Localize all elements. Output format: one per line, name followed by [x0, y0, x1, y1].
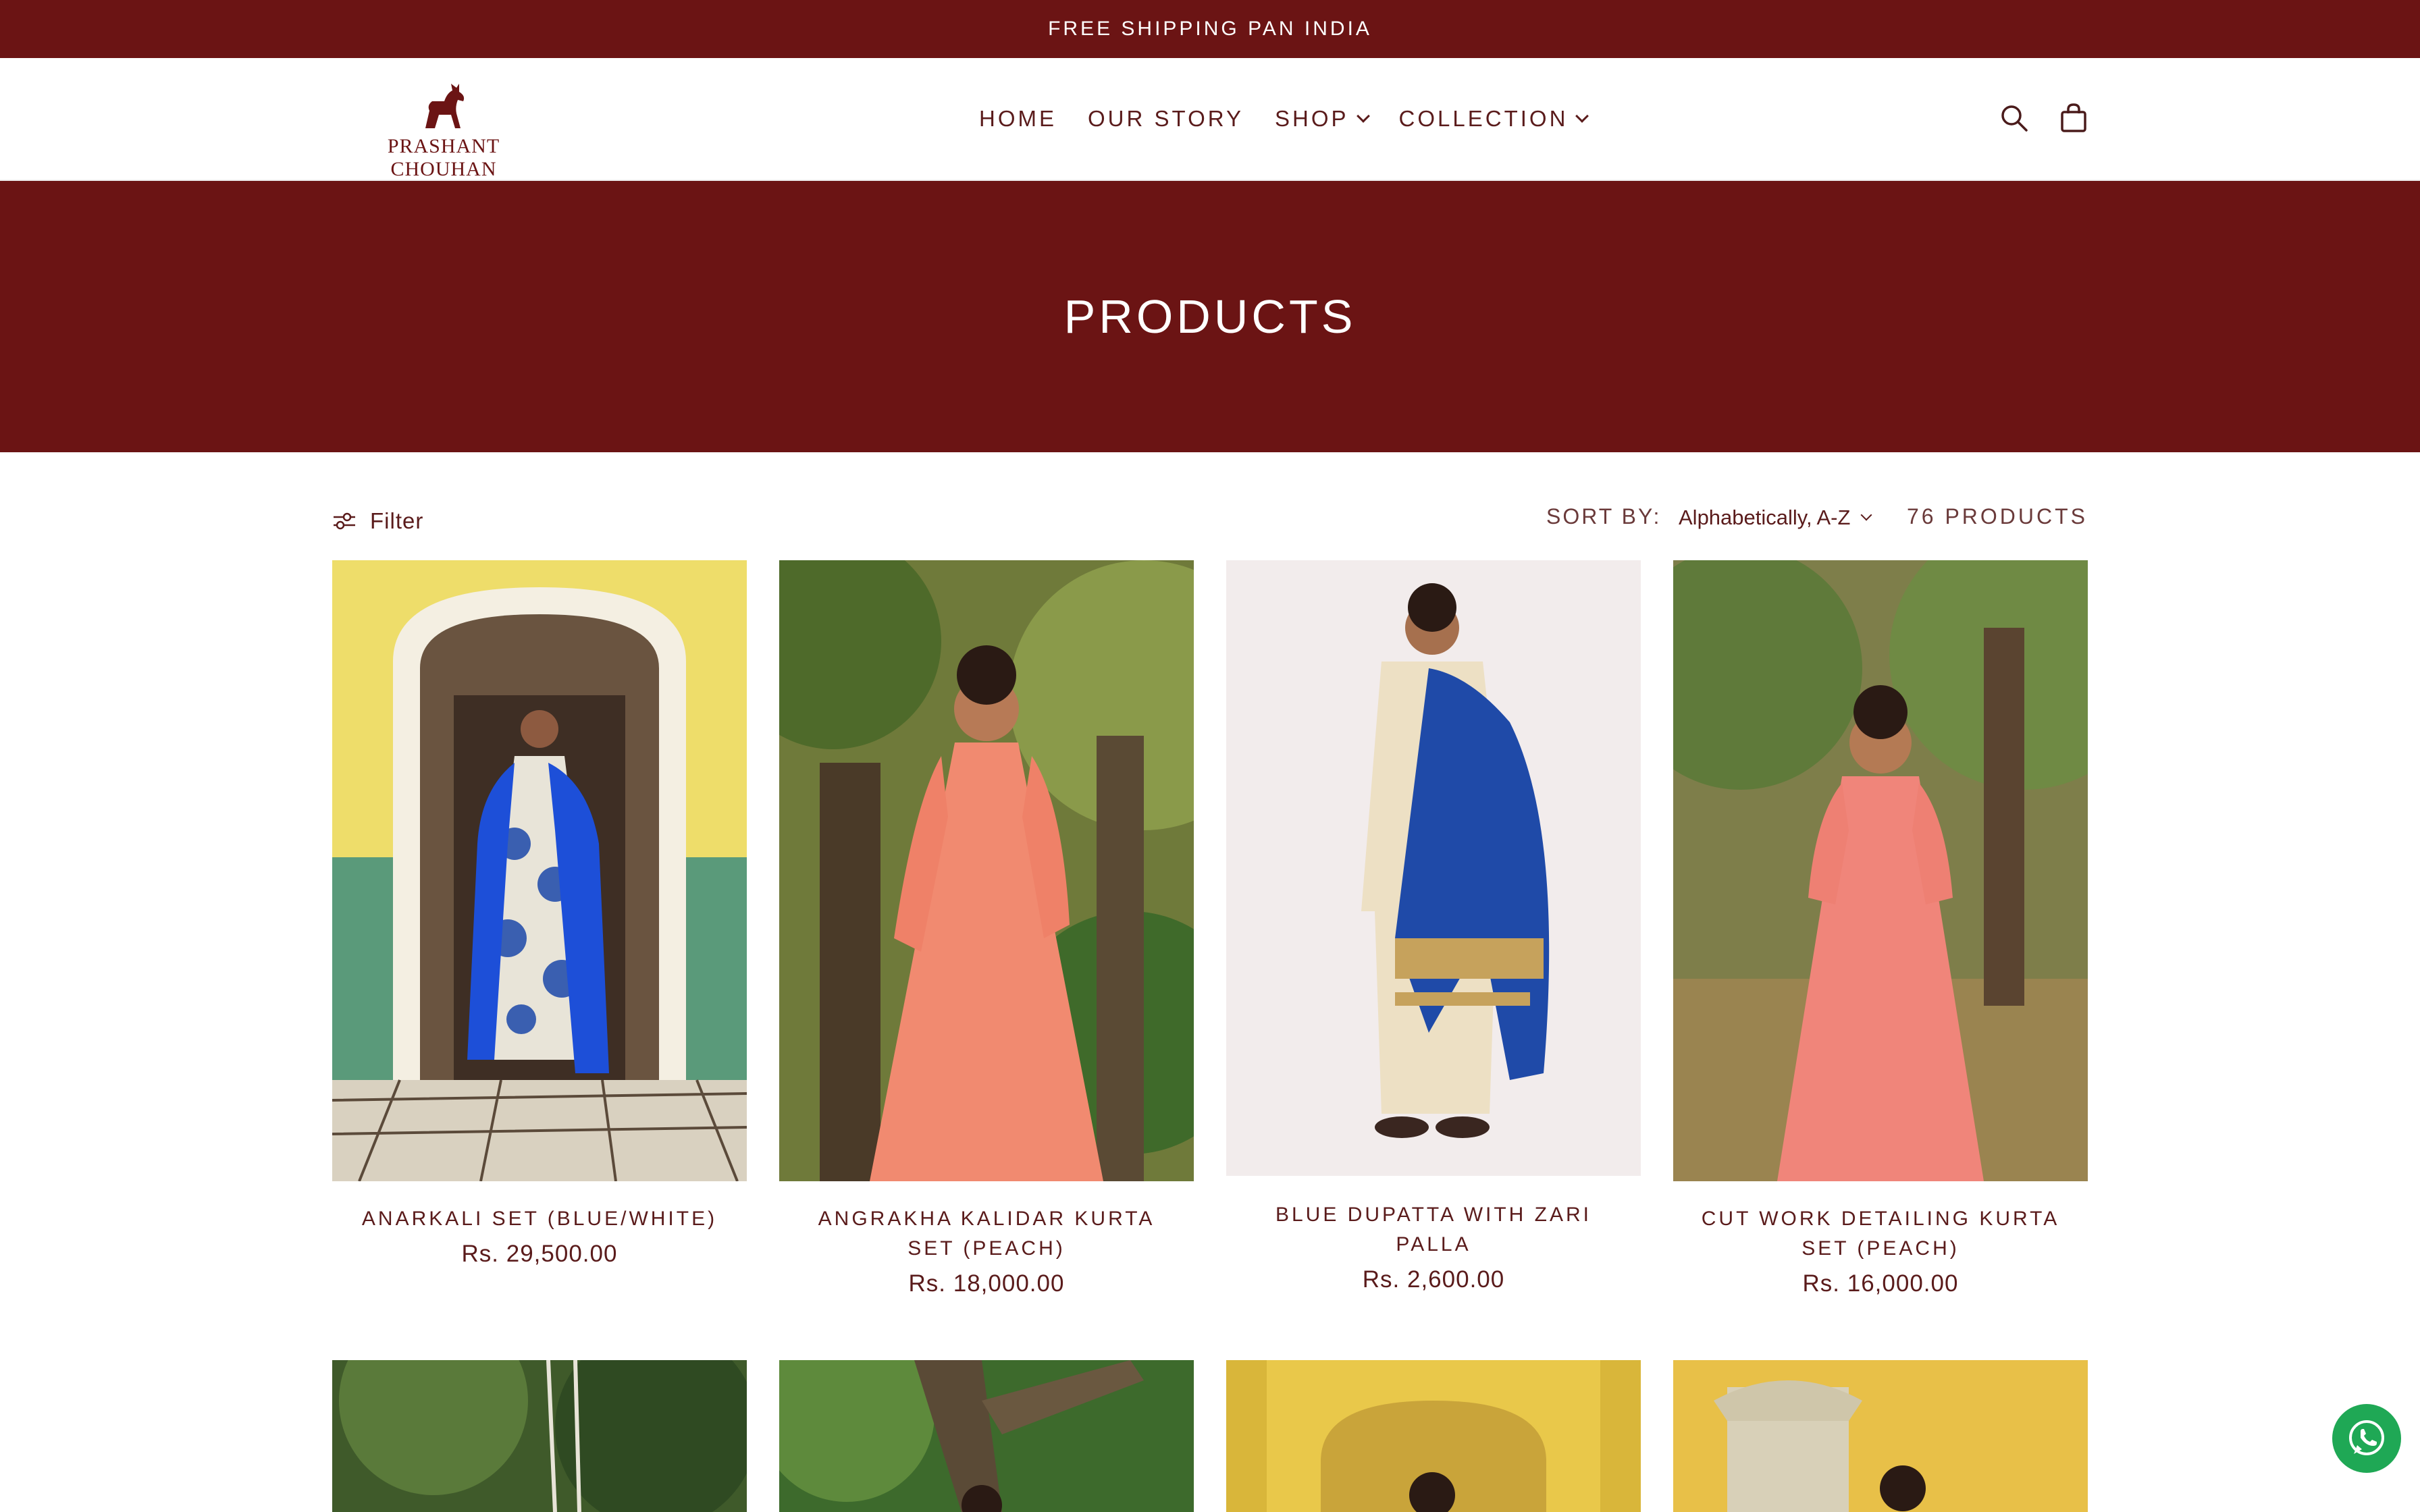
site-header: PRASHANT CHOUHAN HOME OUR STORY SHOP COL… [0, 58, 2420, 181]
nav-our-story-label: OUR STORY [1088, 106, 1244, 131]
product-image[interactable] [779, 560, 1194, 1181]
product-price: Rs. 29,500.00 [461, 1241, 618, 1267]
product-card[interactable]: ANGRAKHA KALIDAR KURTA SET (PEACH) Rs. 1… [779, 560, 1194, 1297]
chevron-down-icon [1575, 109, 1589, 123]
product-price: Rs. 16,000.00 [1802, 1270, 1959, 1297]
product-title[interactable]: ANARKALI SET (BLUE/WHITE) [332, 1204, 747, 1234]
product-price: Rs. 18,000.00 [908, 1270, 1065, 1297]
nav-collection[interactable]: COLLECTION [1398, 106, 1589, 132]
nav-shop-label: SHOP [1275, 106, 1349, 131]
product-toolbar: Filter SORT BY: Alphabetically, A-Z 76 P… [332, 496, 2088, 543]
filter-button[interactable]: Filter [332, 508, 423, 534]
search-icon[interactable] [1997, 101, 2031, 135]
product-card[interactable] [1226, 1360, 1641, 1512]
product-image[interactable] [1226, 560, 1641, 1176]
product-image[interactable] [1673, 1360, 2088, 1512]
nav-home[interactable]: HOME [979, 106, 1057, 132]
sort-value: Alphabetically, A-Z [1679, 506, 1851, 529]
main-nav: HOME OUR STORY SHOP COLLECTION [979, 99, 1589, 139]
horse-logo-icon [425, 84, 465, 128]
product-card[interactable] [1673, 1360, 2088, 1512]
announcement-bar: FREE SHIPPING PAN INDIA [0, 0, 2420, 58]
nav-home-label: HOME [979, 106, 1057, 131]
product-card[interactable]: ANARKALI SET (BLUE/WHITE) Rs. 29,500.00 [332, 560, 747, 1268]
product-card[interactable]: CUT WORK DETAILING KURTA SET (PEACH) Rs.… [1673, 560, 2088, 1297]
whatsapp-chat-button[interactable] [2332, 1404, 2401, 1473]
product-title[interactable]: CUT WORK DETAILING KURTA SET (PEACH) [1673, 1204, 2088, 1264]
chevron-down-icon [1860, 509, 1872, 521]
brand-logo[interactable]: PRASHANT CHOUHAN [332, 81, 555, 180]
product-title[interactable]: ANGRAKHA KALIDAR KURTA SET (PEACH) [779, 1204, 1194, 1264]
cart-icon[interactable] [2057, 101, 2090, 135]
product-price: Rs. 2,600.00 [1362, 1266, 1505, 1293]
product-image[interactable] [332, 560, 747, 1181]
nav-collection-label: COLLECTION [1398, 106, 1569, 131]
filter-sliders-icon [334, 512, 355, 530]
sort-select[interactable]: Alphabetically, A-Z [1679, 506, 1872, 530]
brand-name: PRASHANT CHOUHAN [387, 135, 500, 180]
nav-shop[interactable]: SHOP [1275, 106, 1370, 132]
whatsapp-icon [2349, 1420, 2384, 1455]
product-image[interactable] [1673, 560, 2088, 1181]
product-card[interactable]: BLUE DUPATTA WITH ZARI PALLA Rs. 2,600.0… [1226, 560, 1641, 1293]
product-image[interactable] [332, 1360, 747, 1512]
product-count: 76 PRODUCTS [1906, 504, 2088, 529]
product-card[interactable] [779, 1360, 1194, 1512]
filter-label: Filter [370, 508, 424, 533]
page-title: PRODUCTS [1063, 290, 1357, 343]
collection-banner: PRODUCTS [0, 181, 2420, 452]
product-title[interactable]: BLUE DUPATTA WITH ZARI PALLA [1226, 1200, 1641, 1260]
sort-label: SORT BY: [1546, 504, 1662, 529]
product-image[interactable] [779, 1360, 1194, 1512]
product-card[interactable] [332, 1360, 747, 1512]
chevron-down-icon [1356, 109, 1370, 123]
nav-our-story[interactable]: OUR STORY [1088, 106, 1244, 132]
product-image[interactable] [1226, 1360, 1641, 1512]
announcement-text: FREE SHIPPING PAN INDIA [1048, 18, 1372, 40]
